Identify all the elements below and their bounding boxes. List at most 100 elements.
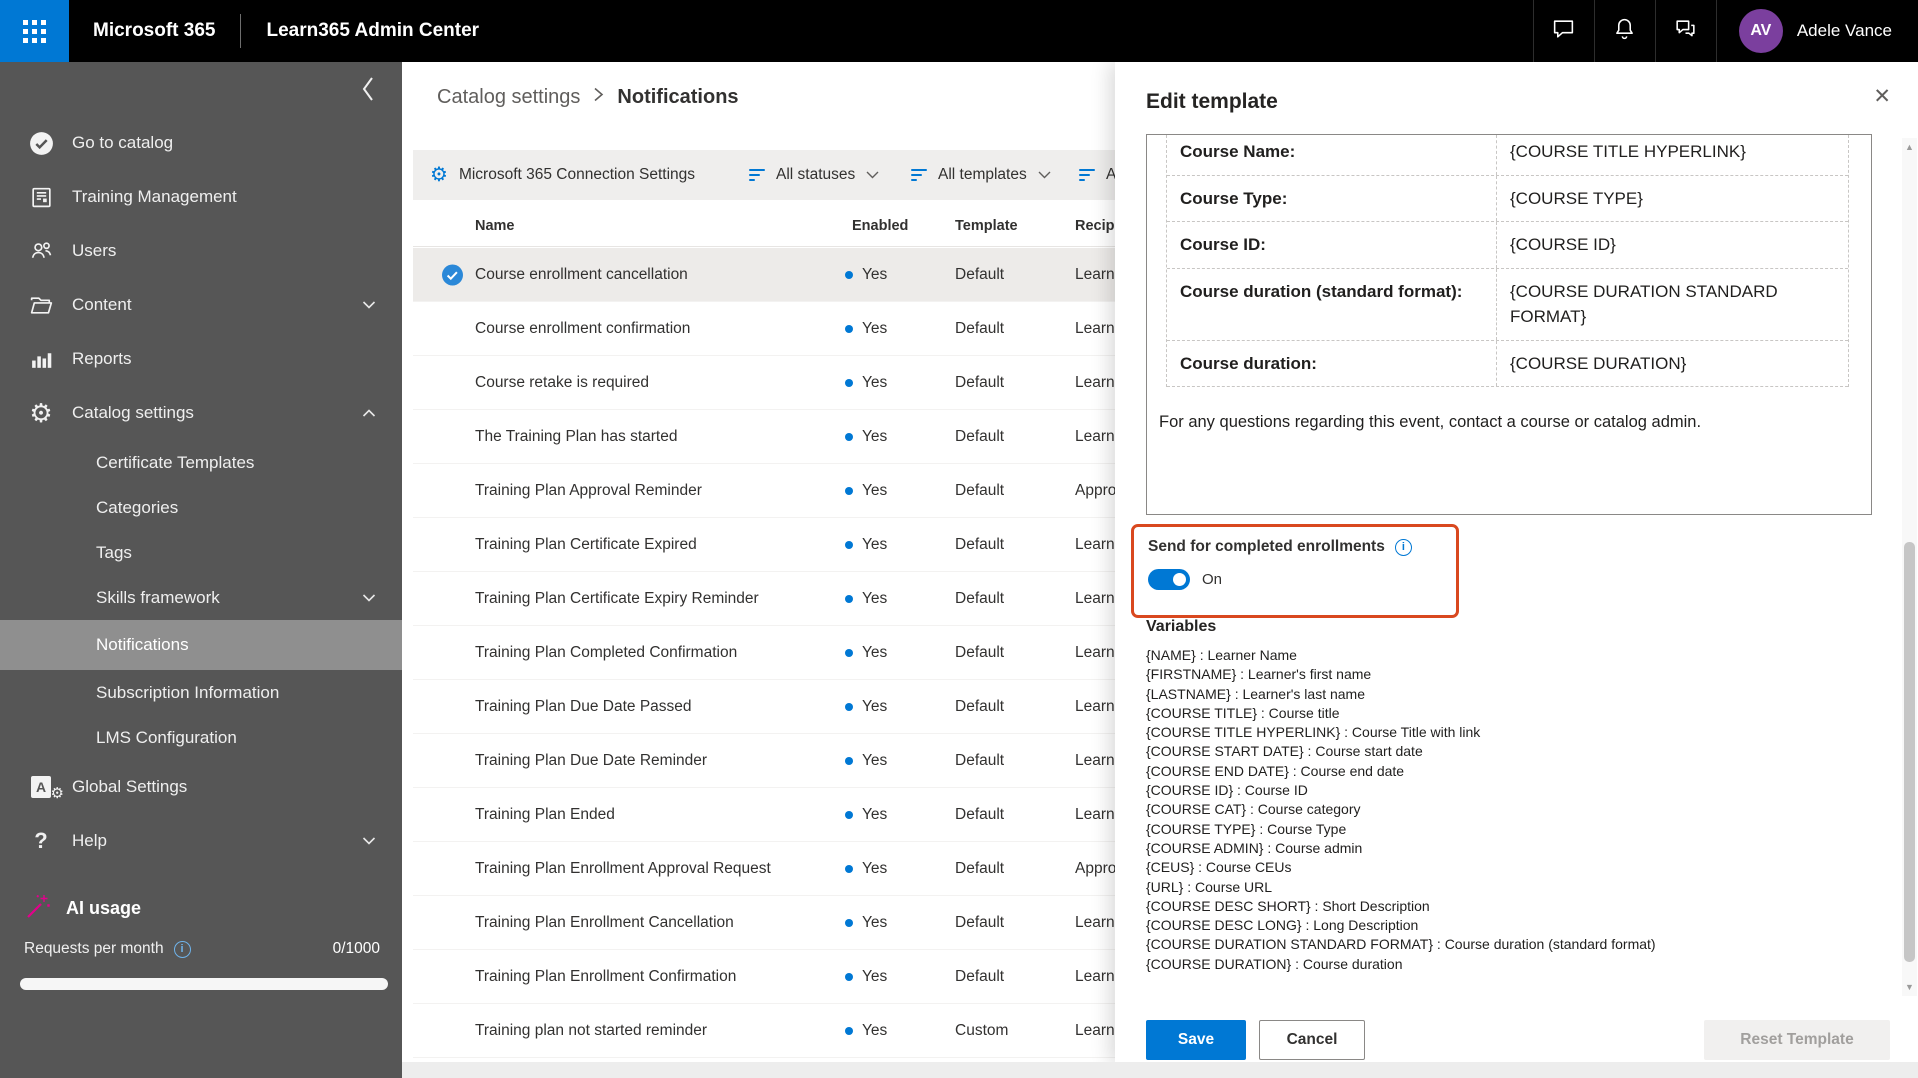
sidebar-item-help[interactable]: ? Help: [0, 814, 402, 868]
bottom-scroll-strip: [402, 1062, 1918, 1078]
template-field-label: Course duration:: [1167, 340, 1497, 386]
edit-template-panel: Edit template ✕ Course Name: {COURSE TITL…: [1115, 62, 1918, 1064]
sidebar-nav: Go to catalog Training Management Users Con…: [0, 116, 402, 868]
folder-icon: [24, 292, 58, 319]
template-field-label: Course duration (standard format):: [1167, 268, 1497, 340]
chevron-down-icon: [362, 593, 376, 602]
cancel-button[interactable]: Cancel: [1259, 1020, 1365, 1060]
scrollbar-thumb[interactable]: [1904, 542, 1915, 962]
template-row: Course ID: {COURSE ID}: [1167, 222, 1848, 269]
sidebar-item-label: Skills framework: [96, 587, 220, 607]
sidebar-item-notifications[interactable]: Notifications: [0, 620, 402, 670]
requests-label: Requests per month: [24, 940, 164, 957]
sidebar-item-go-to-catalog[interactable]: Go to catalog: [0, 116, 402, 170]
template-table: Course Name: {COURSE TITLE HYPERLINK} Cour…: [1166, 135, 1849, 387]
chevron-down-icon: [1038, 166, 1051, 184]
enabled-dot-icon: [845, 594, 853, 603]
sidebar-item-certificate-templates[interactable]: Certificate Templates: [0, 440, 402, 485]
app-window: Microsoft 365 Learn365 Admin Center AV A…: [0, 0, 1918, 1078]
enabled-text: Yes: [862, 319, 888, 337]
variable-item: {COURSE ADMIN} : Course admin: [1146, 839, 1363, 856]
sidebar-item-categories[interactable]: Categories: [0, 485, 402, 530]
filter-templates[interactable]: All templates: [911, 150, 1051, 200]
row-enabled: Yes: [845, 806, 887, 824]
notifications-button[interactable]: [1593, 0, 1655, 62]
sidebar-item-content[interactable]: Content: [0, 278, 402, 332]
sidebar-item-label: Certificate Templates: [96, 452, 255, 472]
admin-icon: A ⚙: [24, 776, 64, 802]
sidebar-item-tags[interactable]: Tags: [0, 530, 402, 575]
enabled-dot-icon: [845, 270, 853, 279]
row-template: Default: [955, 427, 1005, 445]
column-header-name[interactable]: Name: [475, 218, 515, 234]
sidebar-item-catalog-settings[interactable]: ⚙ Catalog settings: [0, 386, 402, 440]
row-template: Default: [955, 589, 1005, 607]
avatar[interactable]: AV: [1738, 9, 1783, 53]
product-name[interactable]: Microsoft 365: [93, 20, 215, 42]
filter-templates-label: All templates: [938, 166, 1027, 183]
scroll-up-icon[interactable]: ▲: [1902, 142, 1917, 152]
connection-settings-button[interactable]: ⚙ Microsoft 365 Connection Settings: [430, 150, 695, 200]
panel-scrollbar[interactable]: ▲ ▼: [1902, 138, 1917, 996]
save-button[interactable]: Save: [1146, 1020, 1246, 1060]
sidebar-item-ai-usage[interactable]: AI usage: [24, 892, 141, 925]
sidebar-item-users[interactable]: Users: [0, 224, 402, 278]
close-icon[interactable]: ✕: [1873, 86, 1891, 107]
sidebar-item-reports[interactable]: Reports: [0, 332, 402, 386]
row-name: Training plan not started reminder: [475, 1021, 708, 1039]
chat-icon: [1551, 16, 1576, 46]
sidebar-item-training-management[interactable]: Training Management: [0, 170, 402, 224]
bell-icon: [1612, 16, 1637, 46]
filter-icon: [911, 169, 927, 181]
filter-statuses[interactable]: All statuses: [749, 150, 879, 200]
column-header-enabled[interactable]: Enabled: [852, 218, 908, 234]
enabled-dot-icon: [845, 972, 853, 981]
requests-value: 0/1000: [332, 940, 380, 957]
template-field-label: Course Type:: [1167, 175, 1497, 221]
chevron-down-icon: [866, 166, 879, 184]
enabled-dot-icon: [845, 1026, 853, 1035]
template-field-label: Course Name:: [1167, 135, 1497, 175]
sidebar-item-global-settings[interactable]: A ⚙ Global Settings: [0, 760, 402, 814]
info-icon[interactable]: i: [1394, 538, 1412, 556]
row-template: Default: [955, 535, 1005, 553]
sidebar-item-subscription-information[interactable]: Subscription Information: [0, 670, 402, 715]
variable-item: {COURSE DESC LONG} : Long Description: [1146, 917, 1419, 934]
row-name: Training Plan Due Date Reminder: [475, 751, 708, 769]
template-editor[interactable]: Course Name: {COURSE TITLE HYPERLINK} Cour…: [1146, 134, 1872, 515]
enabled-dot-icon: [845, 486, 853, 495]
send-setting-label: Send for completed enrollments: [1148, 538, 1385, 555]
template-row: Course Type: {COURSE TYPE}: [1167, 175, 1848, 222]
send-toggle[interactable]: [1148, 569, 1190, 590]
enabled-text: Yes: [862, 967, 888, 985]
chat-button[interactable]: [1532, 0, 1594, 62]
gear-icon: ⚙: [29, 398, 53, 428]
row-enabled: Yes: [845, 428, 887, 446]
sidebar-item-lms-configuration[interactable]: LMS Configuration: [0, 715, 402, 760]
account-menu[interactable]: AV Adele Vance: [1715, 0, 1918, 62]
scroll-down-icon[interactable]: ▼: [1902, 982, 1917, 992]
template-field-value: {COURSE DURATION STANDARD FORMAT}: [1510, 281, 1778, 327]
row-enabled: Yes: [845, 968, 887, 986]
sidebar-item-label: Categories: [96, 497, 179, 517]
row-template: Default: [955, 751, 1005, 769]
app-launcher-button[interactable]: [0, 0, 69, 62]
filter-recipients[interactable]: A: [1079, 150, 1116, 200]
feedback-button[interactable]: [1654, 0, 1716, 62]
chevron-right-icon: [593, 86, 604, 109]
sidebar-item-label: Tags: [96, 542, 132, 562]
row-template: Default: [955, 913, 1005, 931]
sidebar-item-skills-framework[interactable]: Skills framework: [0, 575, 402, 620]
row-template: Default: [955, 643, 1005, 661]
variable-item: {COURSE DURATION} : Course duration: [1146, 955, 1403, 972]
breadcrumb: Catalog settings Notifications: [437, 86, 739, 109]
variable-item: {FIRSTNAME} : Learner's first name: [1146, 666, 1372, 683]
template-field-value: {COURSE TYPE}: [1510, 188, 1643, 208]
row-template: Default: [955, 319, 1005, 337]
column-header-template[interactable]: Template: [955, 218, 1018, 234]
collapse-sidebar-button[interactable]: [358, 74, 378, 109]
info-icon[interactable]: i: [173, 940, 191, 958]
row-enabled: Yes: [845, 1022, 887, 1040]
breadcrumb-parent[interactable]: Catalog settings: [437, 86, 580, 109]
variable-item: {COURSE END DATE} : Course end date: [1146, 762, 1405, 779]
